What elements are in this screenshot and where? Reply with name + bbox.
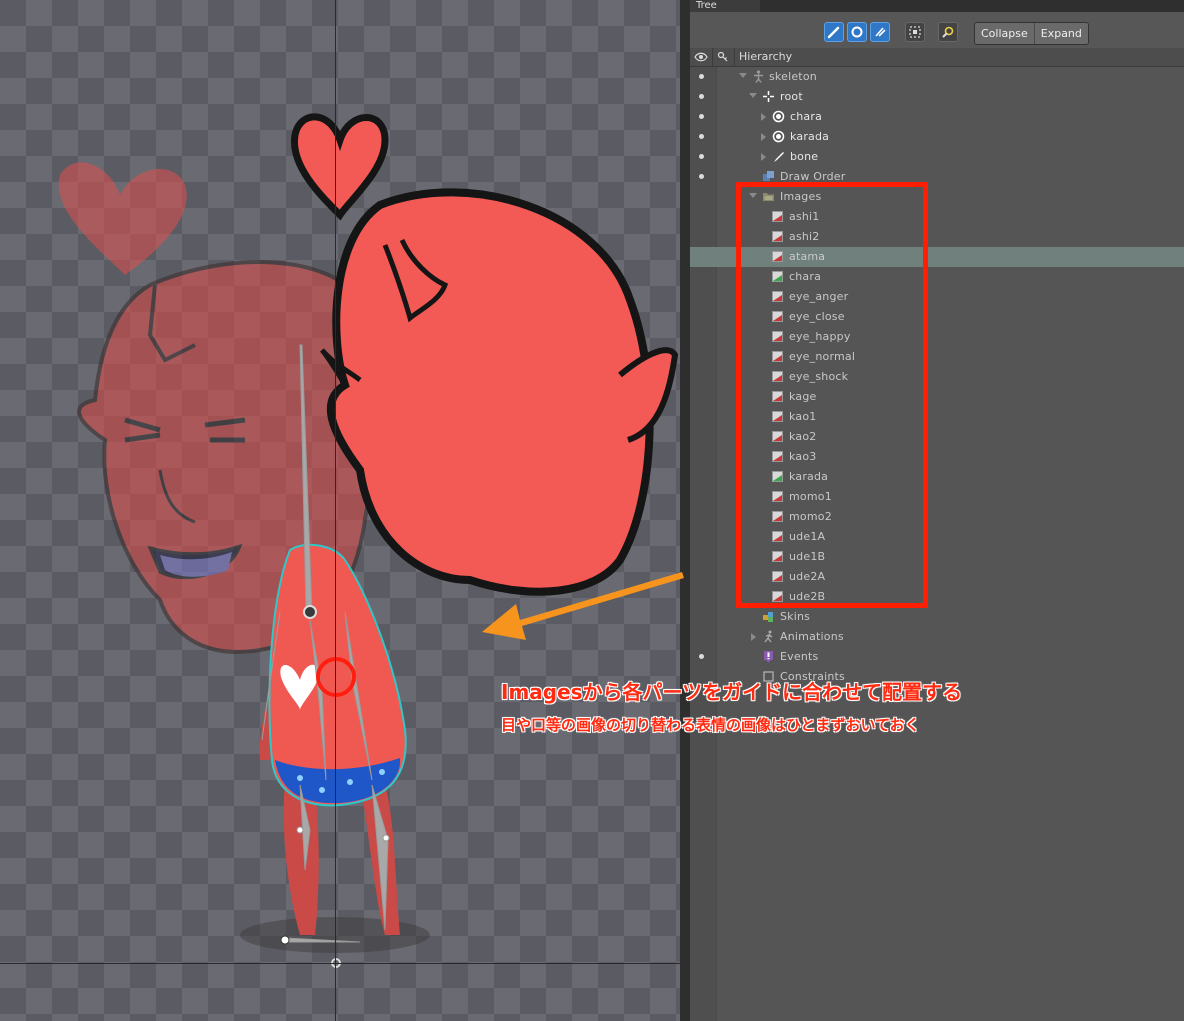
frame-icon	[909, 26, 921, 38]
tree-node-label: root	[780, 90, 803, 103]
expand-arrow[interactable]	[761, 133, 766, 141]
visibility-dot[interactable]	[699, 74, 704, 79]
collapse-expand-group: Collapse Expand	[974, 22, 1089, 45]
search-button[interactable]	[938, 22, 958, 42]
tree-toolbar: Collapse Expand	[690, 18, 1184, 48]
annotation-line-1: Imagesから各パーツをガイドに合わせて配置する	[501, 680, 963, 704]
expand-arrow[interactable]	[739, 73, 747, 78]
tree-tab-title: Tree	[696, 0, 717, 11]
slot-filter-button[interactable]	[847, 22, 867, 42]
tree-node-label: bone	[790, 150, 819, 163]
visibility-dot[interactable]	[699, 154, 704, 159]
tree-node-label: chara	[790, 110, 823, 123]
visibility-dot[interactable]	[699, 114, 704, 119]
viewport[interactable]	[0, 0, 680, 1021]
character-scene	[58, 113, 679, 968]
tree-node-karada[interactable]: karada	[690, 127, 1184, 147]
viewport-y-axis	[335, 0, 336, 1021]
expand-arrow[interactable]	[751, 633, 756, 641]
expand-arrow[interactable]	[761, 153, 766, 161]
slot-icon	[772, 130, 785, 143]
animations-icon	[764, 630, 773, 643]
events-icon	[764, 651, 773, 663]
expand-arrow[interactable]	[761, 113, 766, 121]
bone-filter-icon	[827, 26, 840, 39]
attachment-filter-button[interactable]	[870, 22, 890, 42]
tree-node-label: karada	[790, 130, 830, 143]
panel-tabbar	[760, 0, 1184, 12]
skeleton-icon	[754, 70, 763, 83]
visibility-dot[interactable]	[699, 134, 704, 139]
visibility-dot[interactable]	[699, 94, 704, 99]
bone-icon	[774, 152, 784, 162]
skins-icon	[763, 612, 773, 622]
tree-node-animations[interactable]: Animations	[690, 627, 1184, 647]
expand-arrow[interactable]	[749, 93, 757, 98]
tree-node-label: Skins	[780, 610, 811, 623]
tree-node-label: Events	[780, 650, 819, 663]
tree-node-root[interactable]: root	[690, 87, 1184, 107]
orange-arrow	[482, 572, 684, 640]
tree-header: Hierarchy	[690, 48, 1184, 67]
slot-filter-icon	[851, 26, 863, 38]
hierarchy-title: Hierarchy	[739, 50, 793, 63]
tree-tab[interactable]: Tree	[690, 0, 766, 12]
tree-node-label: Animations	[780, 630, 844, 643]
expand-button[interactable]: Expand	[1033, 23, 1088, 44]
visibility-dot[interactable]	[699, 654, 704, 659]
annotation-line-2: 目や口等の画像の切り替わる表情の画像はひとまずおいておく	[501, 716, 920, 734]
tree-node-chara[interactable]: chara	[690, 107, 1184, 127]
collapse-button[interactable]: Collapse	[975, 23, 1034, 44]
tree-node-skins[interactable]: Skins	[690, 607, 1184, 627]
attachment-filter-icon	[875, 27, 886, 37]
slot-icon	[772, 110, 785, 123]
highlight-box	[736, 182, 928, 608]
frame-button[interactable]	[905, 22, 925, 42]
tree-node-skeleton[interactable]: skeleton	[690, 67, 1184, 87]
viewport-x-axis	[0, 963, 680, 964]
visibility-column-header[interactable]	[690, 48, 713, 66]
search-icon	[942, 26, 954, 38]
root-bone-icon	[763, 91, 774, 102]
tree-node-bone[interactable]: bone	[690, 147, 1184, 167]
tree-node-events[interactable]: Events	[690, 647, 1184, 667]
bone-filter-button[interactable]	[824, 22, 844, 42]
keying-column-header[interactable]	[712, 48, 735, 66]
key-icon	[717, 51, 728, 62]
tree-node-label: skeleton	[769, 70, 817, 83]
eye-icon	[694, 52, 708, 62]
visibility-dot[interactable]	[699, 174, 704, 179]
panel-divider[interactable]	[680, 0, 690, 1021]
